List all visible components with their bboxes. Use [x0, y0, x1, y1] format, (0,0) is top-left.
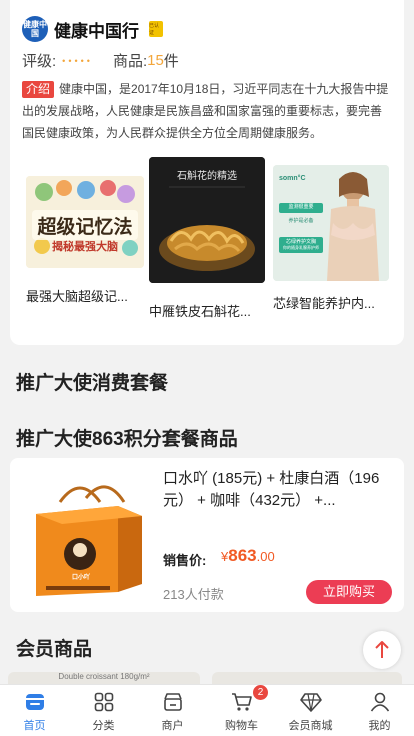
tab-category[interactable]: 分类	[69, 685, 138, 736]
section-title-member-goods: 会员商品	[16, 639, 93, 660]
cart-icon	[231, 693, 252, 711]
tab-label: 会员商城	[288, 720, 333, 732]
store-name: 健康中国行	[54, 21, 139, 41]
tab-label: 分类	[92, 720, 115, 732]
price-decimal: .00	[256, 549, 275, 564]
package-name: 口水吖 (185元) + 杜康白酒（196元） + 咖啡（432元） +...	[163, 470, 380, 509]
scroll-to-top-button[interactable]	[363, 631, 401, 669]
intro-text: 健康中国，是2017年10月18日，习近平同志在十九大报告中提出的发展战略，人民…	[22, 82, 389, 140]
store-logo: 健康中国	[22, 16, 48, 42]
rating-stars: •••••	[62, 55, 93, 66]
goods-label: 商品:	[112, 53, 148, 70]
package-product-card[interactable]: 口小吖 口水吖 (185元) + 杜康白酒（196元） + 咖啡（432元） +…	[10, 458, 404, 612]
member-product-tile[interactable]	[212, 672, 402, 684]
price: ¥863.00	[221, 546, 275, 566]
product-image-line4: 你的随身乳腺养护师	[283, 245, 319, 250]
price-label: 销售价:	[163, 553, 207, 568]
package-image: 口小吖	[22, 468, 156, 602]
member-product-tile[interactable]: Double croissant 180g/m²	[8, 672, 200, 684]
home-icon	[25, 694, 44, 710]
product-image-bra: somn°C 监测很重要 养护是必备 芯绿养护文胸 你的随身乳腺养护师	[273, 165, 389, 281]
product-name: 中雁铁皮石斛花...	[149, 304, 251, 319]
member-tile-text: Double croissant 180g/m²	[58, 672, 150, 681]
goods-unit: 件	[163, 53, 179, 70]
sold-count: 213人付款	[163, 587, 224, 602]
arrow-up-icon	[375, 641, 389, 658]
package-box-text: 口小吖	[71, 575, 90, 581]
tab-member-mall[interactable]: 会员商城	[276, 685, 345, 736]
product-name: 芯绿智能养护内...	[273, 296, 375, 311]
product-image-subtitle: 揭秘最强大脑	[52, 241, 118, 253]
certified-badge-icon: 已认证	[149, 21, 163, 37]
cart-count-badge: 2	[253, 685, 268, 700]
tab-label: 我的	[368, 720, 391, 732]
product-image-line2: 养护是必备	[288, 218, 314, 224]
bottom-tab-bar: 首页 分类 商户 购物车 2 会员商城 我的	[0, 684, 414, 736]
diamond-icon	[299, 693, 322, 712]
tab-label: 购物车	[225, 720, 258, 732]
product-name: 最强大脑超级记...	[26, 289, 128, 304]
product-image-dendrobium: 石斛花的精选	[149, 157, 265, 283]
store-header[interactable]: 健康中国 健康中国行 已认证	[22, 14, 163, 44]
store-meta: 评级: ••••• 商品: 15 件	[22, 50, 179, 71]
store-intro: 介绍 健康中国，是2017年10月18日，习近平同志在十九大报告中提出的发展战略，…	[22, 78, 392, 144]
goods-count: 15	[147, 52, 164, 69]
member-goods-strip: Double croissant 180g/m²	[8, 672, 406, 684]
rating-label: 评级:	[22, 53, 57, 70]
featured-product-2[interactable]: 石斛花的精选 中雁铁皮石斛花...	[149, 157, 265, 321]
tab-cart[interactable]: 购物车 2	[207, 685, 276, 736]
featured-product-3[interactable]: somn°C 监测很重要 养护是必备 芯绿养护文胸 你的随身乳腺养护师 芯绿智能…	[273, 165, 389, 315]
product-image-line1: 监测很重要	[288, 204, 314, 210]
grid-icon	[94, 692, 113, 712]
intro-tag: 介绍	[22, 81, 55, 98]
section-title-consumption-package: 推广大使消费套餐	[16, 373, 169, 394]
product-image-line3: 芯绿养护文胸	[285, 239, 316, 245]
product-image-brand: somn°C	[279, 175, 306, 182]
tab-label: 首页	[23, 720, 46, 732]
tab-home[interactable]: 首页	[0, 685, 69, 736]
product-image-title: 石斛花的精选	[177, 171, 237, 182]
product-image-memory: 超级记忆法 揭秘最强大脑	[26, 176, 144, 268]
store-card: 健康中国 健康中国行 已认证 评级: ••••• 商品: 15 件 介绍 健康中国…	[10, 0, 404, 345]
user-icon	[370, 692, 389, 712]
section-title-points-package: 推广大使863积分套餐商品	[16, 429, 238, 450]
featured-product-1[interactable]: 超级记忆法 揭秘最强大脑 最强大脑超级记...	[26, 176, 144, 306]
price-integer: 863	[228, 546, 257, 565]
shop-icon	[163, 693, 182, 711]
tab-label: 商户	[161, 720, 184, 732]
buy-now-button[interactable]: 立即购买	[306, 580, 392, 604]
tab-mine[interactable]: 我的	[345, 685, 414, 736]
tab-merchant[interactable]: 商户	[138, 685, 207, 736]
product-image-title: 超级记忆法	[37, 216, 133, 238]
